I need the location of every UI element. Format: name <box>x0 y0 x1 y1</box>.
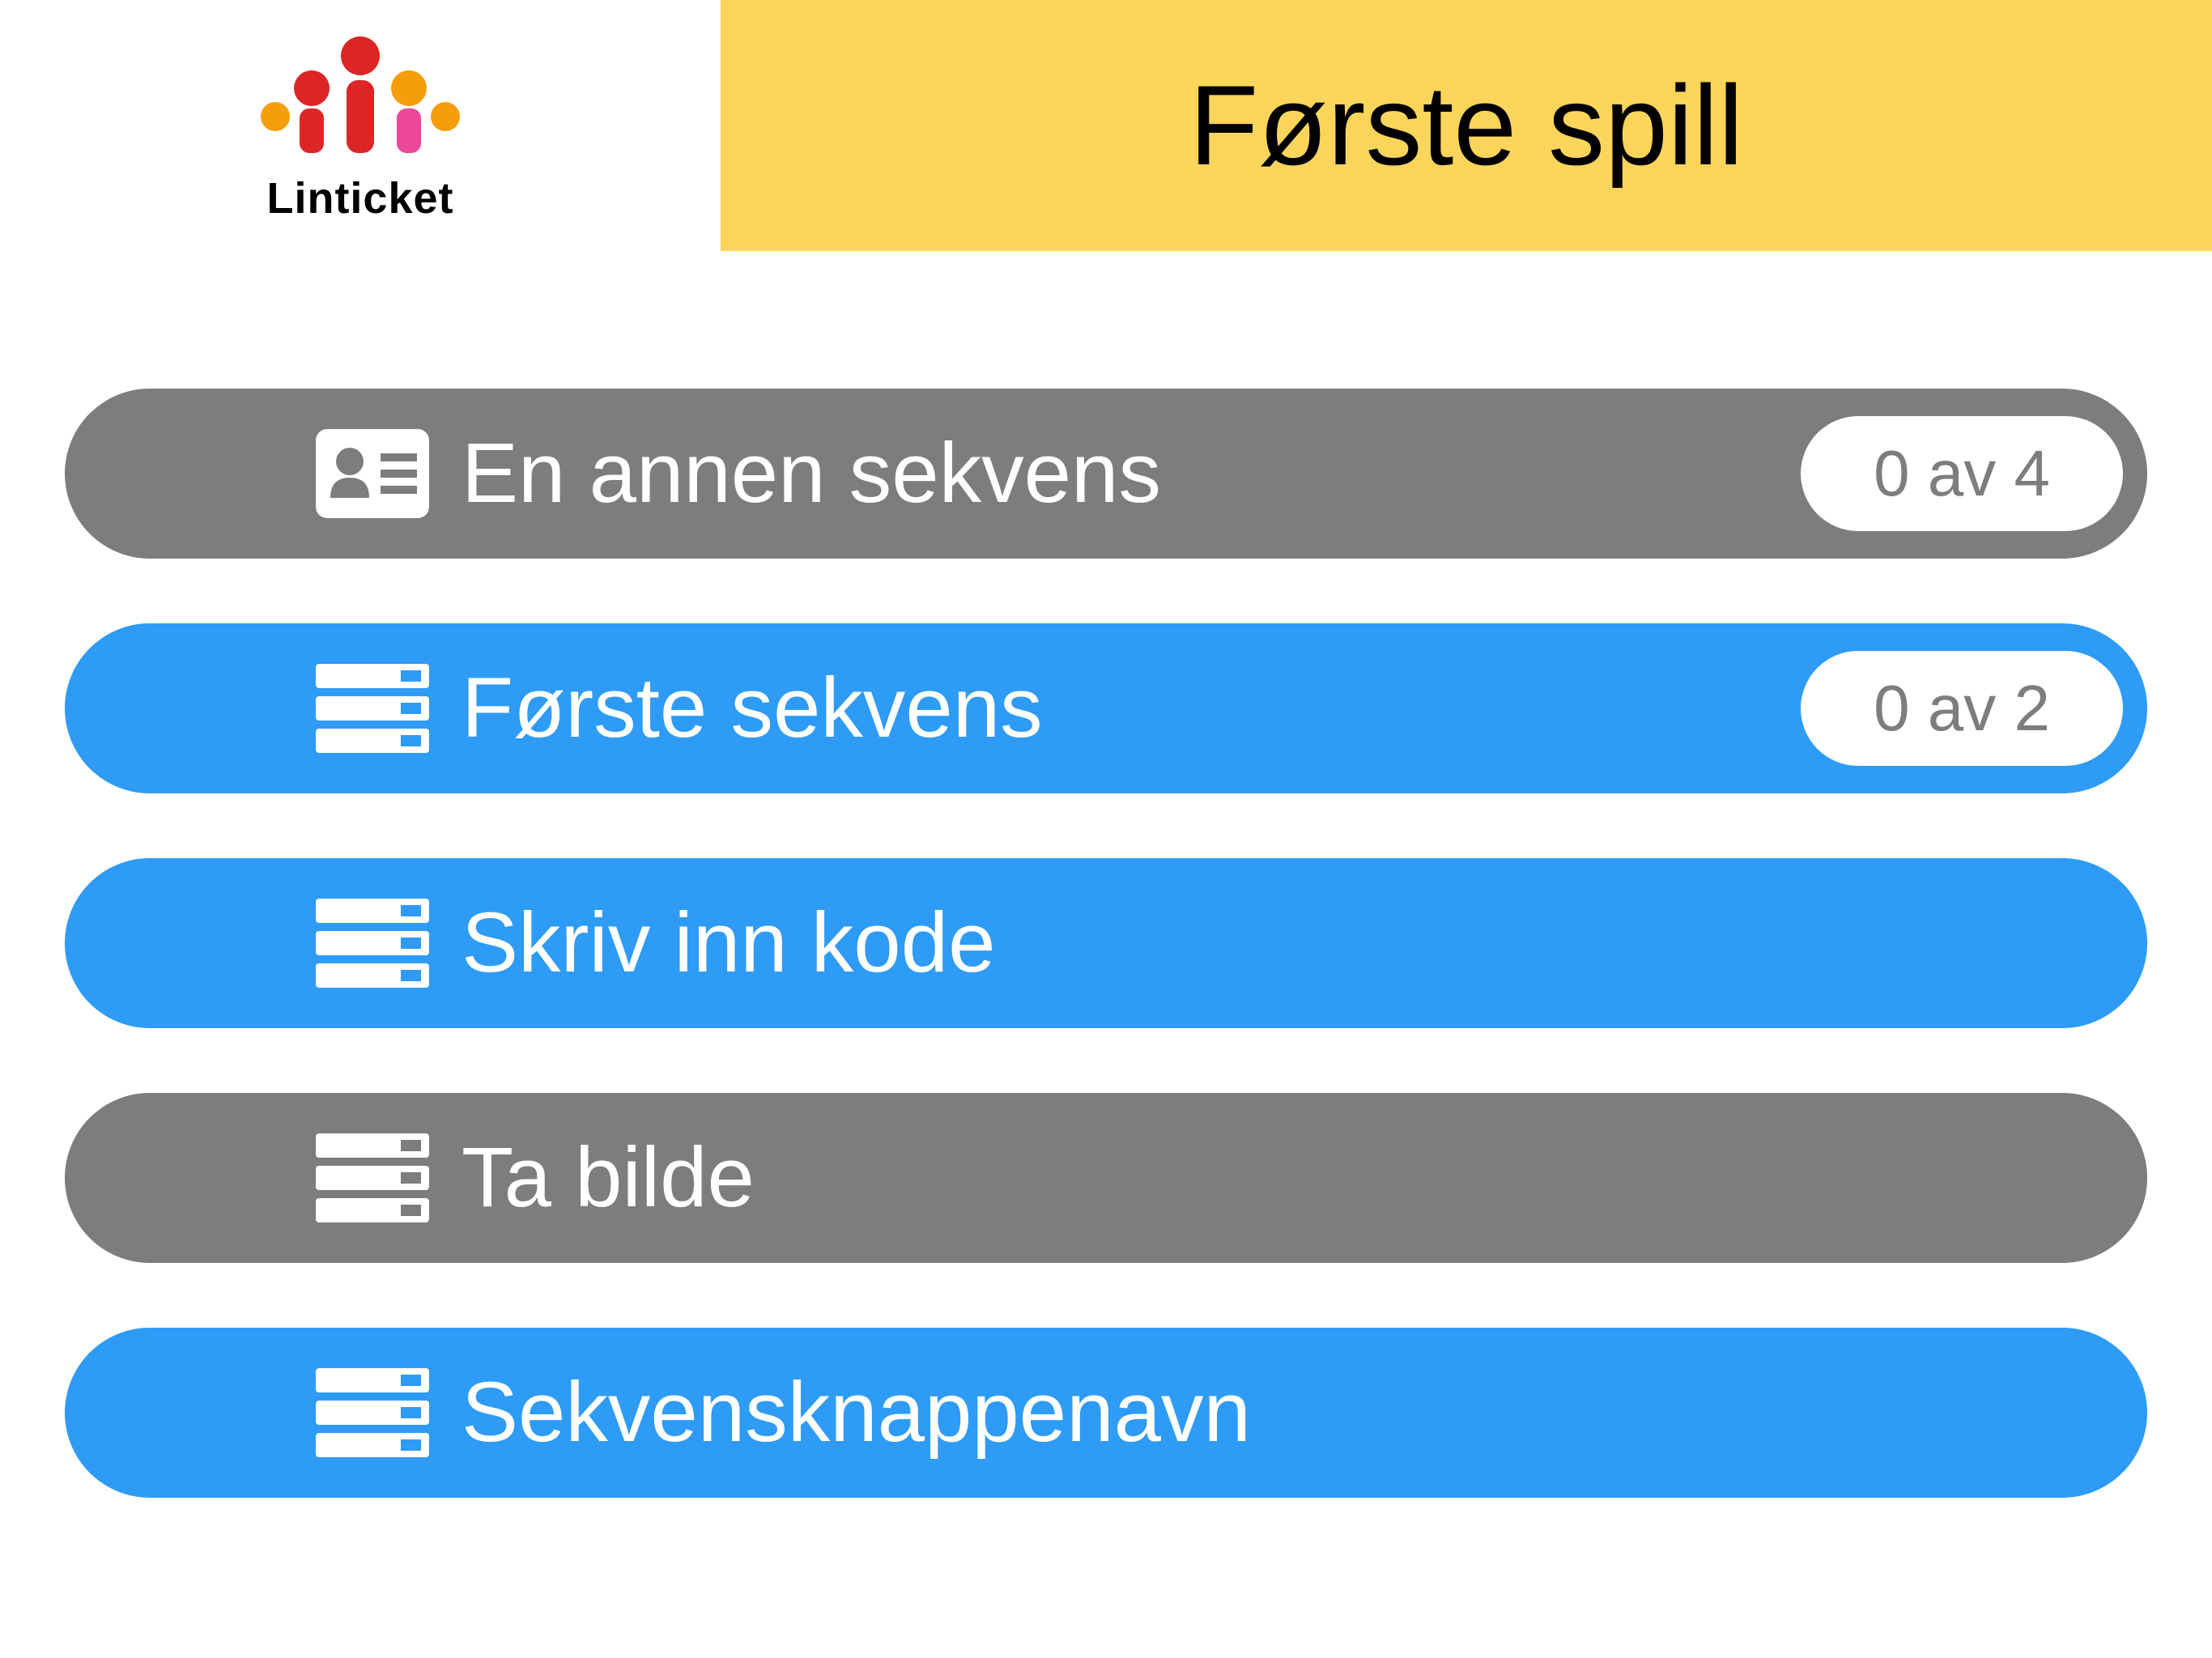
list-icon <box>316 1368 429 1457</box>
progress-badge: 0 av 2 <box>1801 651 2123 766</box>
sequence-button-skriv-inn-kode[interactable]: Skriv inn kode <box>65 858 2147 1028</box>
button-label: Sekvensknappenavn <box>462 1364 2123 1461</box>
page-title: Første spill <box>1189 60 1743 191</box>
sequence-button-ta-bilde[interactable]: Ta bilde <box>65 1093 2147 1263</box>
progress-badge: 0 av 4 <box>1801 416 2123 531</box>
header: Linticket Første spill <box>0 0 2212 251</box>
button-label: Ta bilde <box>462 1129 2123 1226</box>
content: En annen sekvens 0 av 4 Første sekvens 0… <box>0 251 2212 1498</box>
button-label: Første sekvens <box>462 660 1801 757</box>
title-section: Første spill <box>721 0 2212 251</box>
logo-section: Linticket <box>0 0 721 251</box>
sequence-button-en-annen-sekvens[interactable]: En annen sekvens 0 av 4 <box>65 389 2147 559</box>
list-icon <box>316 1133 429 1222</box>
button-label: Skriv inn kode <box>462 895 2123 992</box>
sequence-button-sekvensknappenavn[interactable]: Sekvensknappenavn <box>65 1328 2147 1498</box>
linticket-logo-icon <box>251 28 470 157</box>
sequence-button-forste-sekvens[interactable]: Første sekvens 0 av 2 <box>65 623 2147 793</box>
button-label: En annen sekvens <box>462 425 1801 522</box>
list-icon <box>316 664 429 753</box>
id-card-icon <box>316 429 429 518</box>
list-icon <box>316 899 429 988</box>
brand-name: Linticket <box>266 173 453 223</box>
